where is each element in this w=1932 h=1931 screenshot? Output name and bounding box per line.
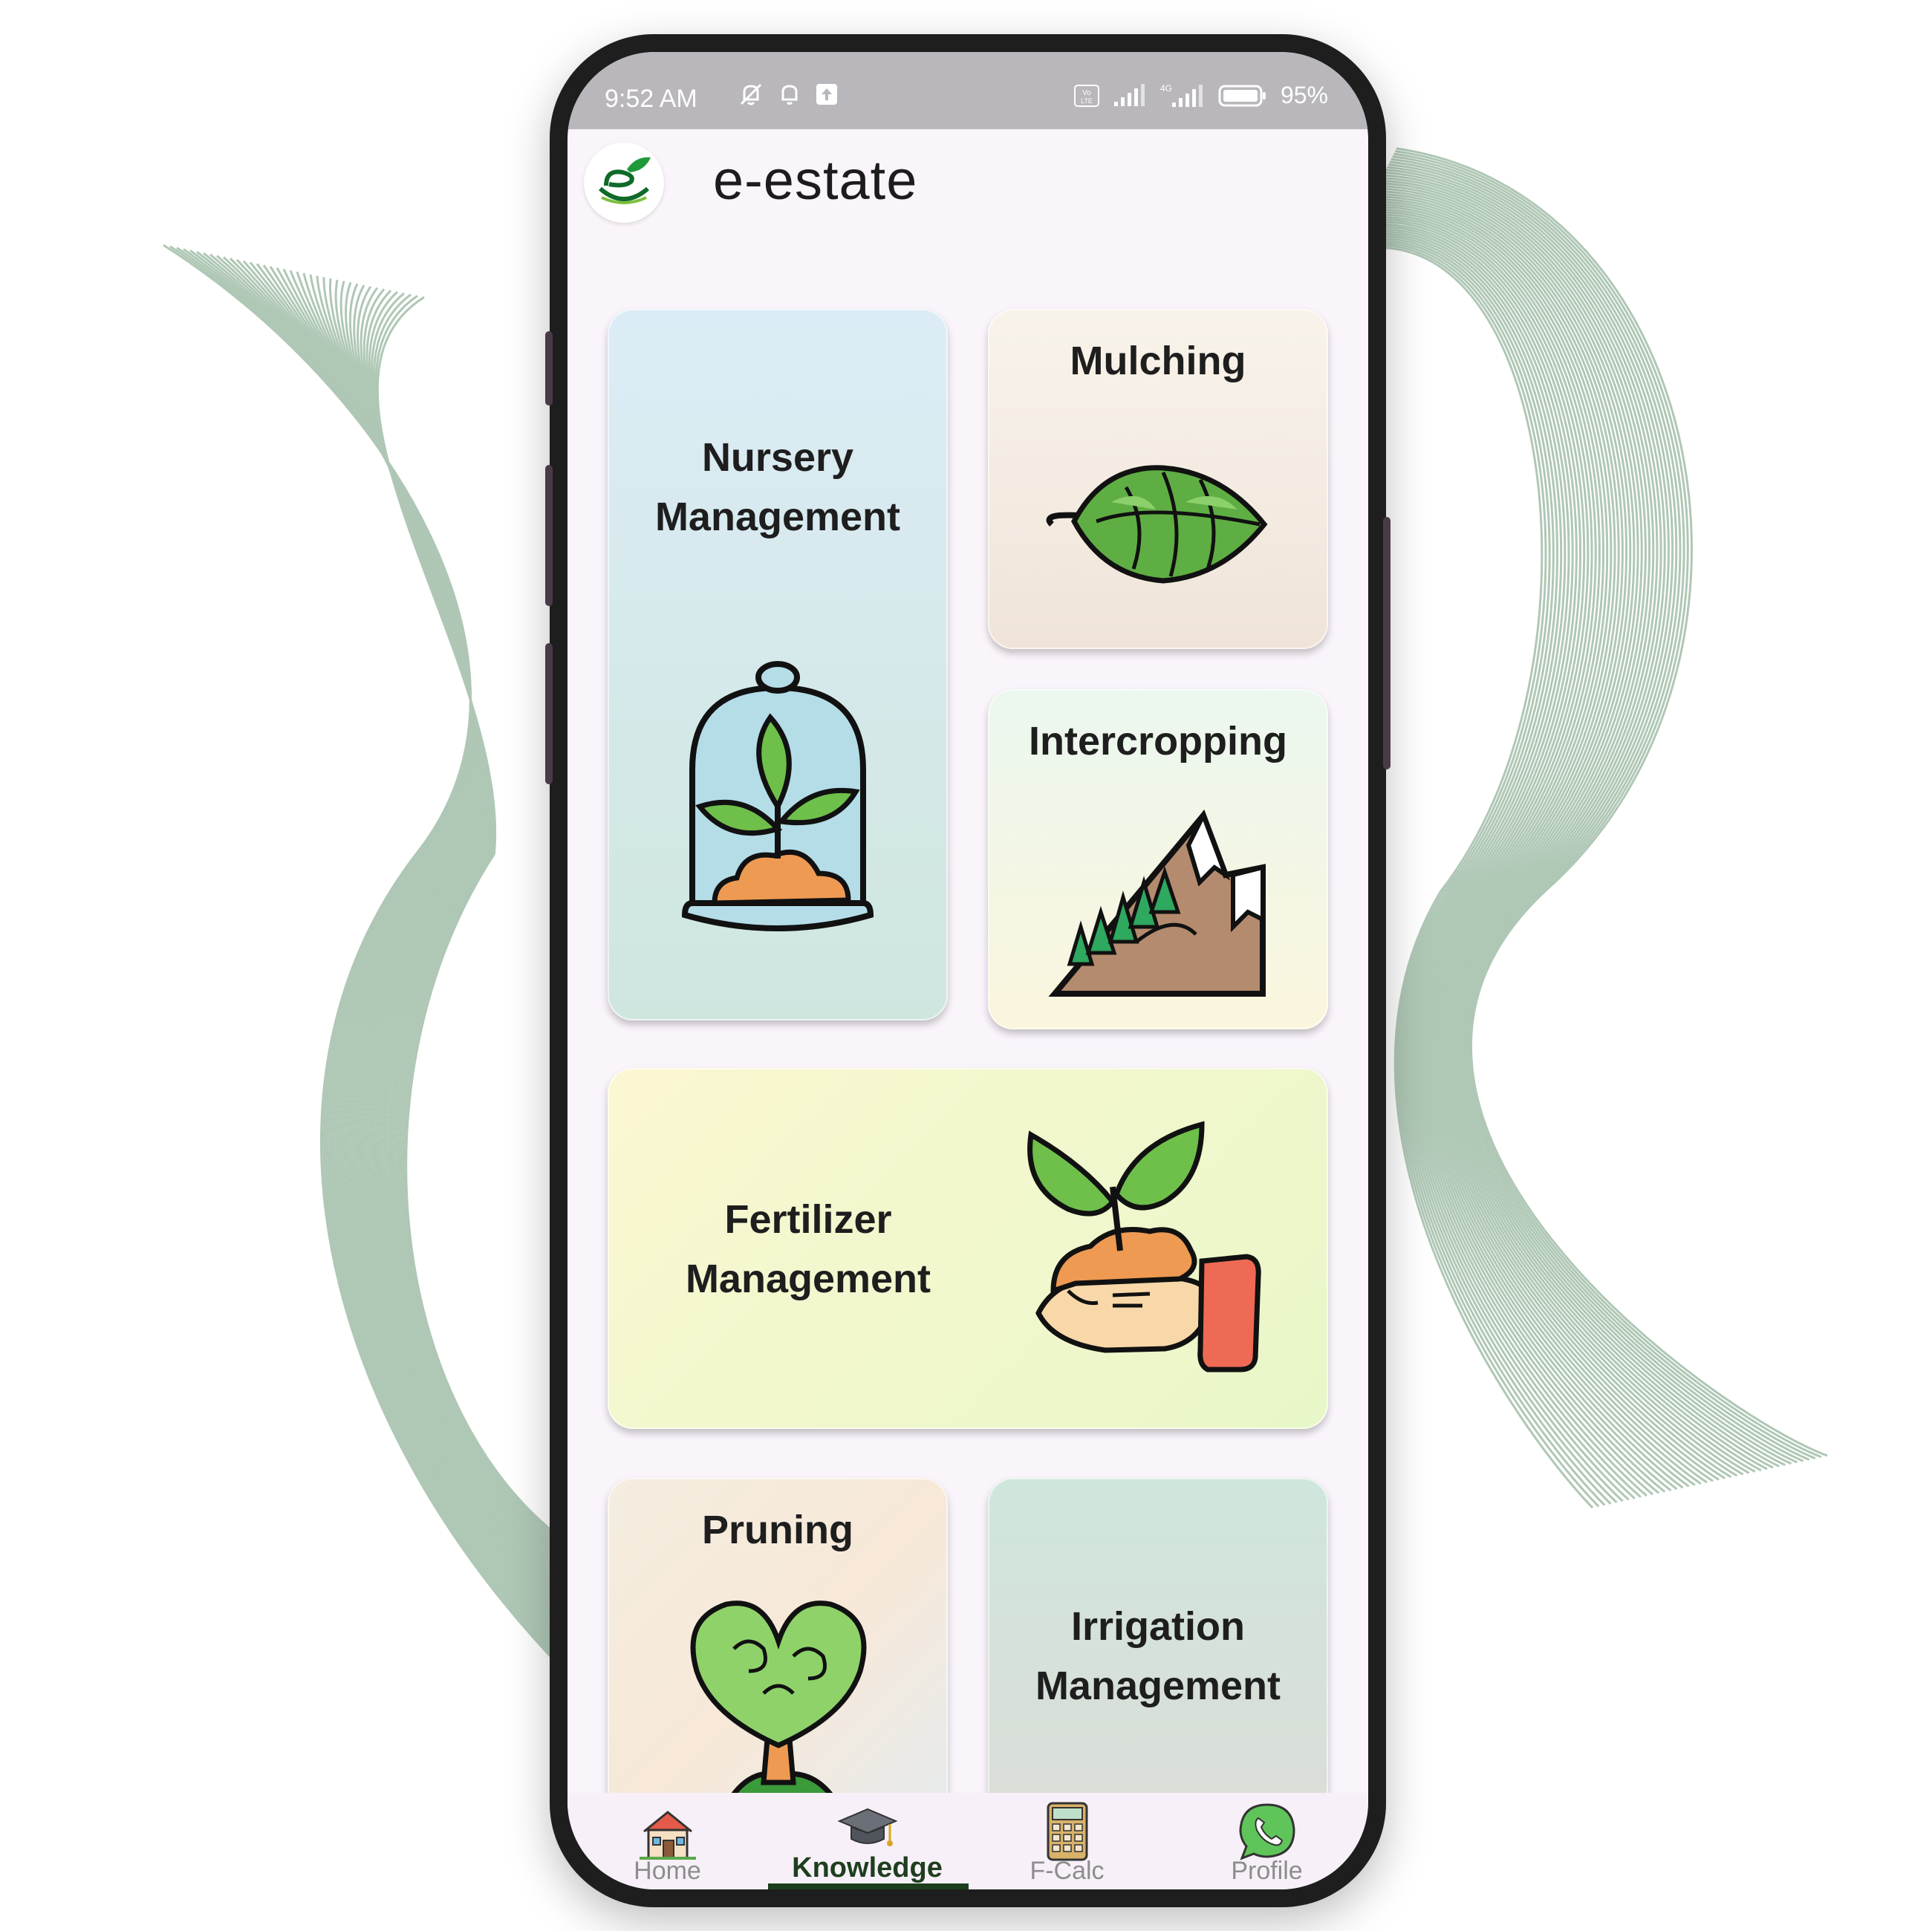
hand-soil-plant-icon (1027, 1121, 1261, 1372)
bell-icon (781, 85, 798, 105)
battery-percentage: 95% (1280, 82, 1328, 108)
app-bar: e-estate (567, 129, 1368, 241)
logo-leaf-cup-icon (599, 157, 651, 204)
card-intercropping[interactable]: Intercropping (988, 689, 1328, 1029)
4g-signal-icon: 4G (1160, 83, 1203, 107)
nav-item-home[interactable]: Home (567, 1793, 767, 1889)
leaf-pile-icon (1046, 465, 1268, 584)
card-title-line1: Nursery (701, 435, 854, 480)
app-screen: 9:52 AM Vo LTE 4G 95% e-estate Nursery M… (567, 52, 1368, 1889)
phone-frame: 9:52 AM Vo LTE 4G 95% e-estate Nursery M… (545, 34, 1391, 1907)
nav-label: Knowledge (792, 1852, 943, 1883)
nav-active-indicator (768, 1883, 969, 1889)
mute-icon (740, 83, 762, 105)
card-mulching[interactable]: Mulching (988, 309, 1328, 649)
nav-item-knowledge[interactable]: Knowledge (767, 1793, 967, 1889)
card-title: Mulching (1070, 339, 1246, 383)
volte-icon: VoLTE (1073, 84, 1099, 107)
home-icon (639, 1811, 696, 1860)
calculator-icon (1047, 1802, 1087, 1861)
svg-text:LTE: LTE (1081, 97, 1093, 105)
nav-item-profile[interactable]: Profile (1167, 1793, 1367, 1889)
mountain-trees-icon (1048, 810, 1266, 997)
signal-icon (1113, 83, 1145, 106)
heart-tree-icon (690, 1601, 867, 1808)
whatsapp-profile-icon (1238, 1803, 1295, 1860)
phone-side-button (1383, 517, 1391, 769)
card-title-line1: Irrigation (1070, 1604, 1245, 1649)
card-fertilizer-management[interactable]: Fertilizer Management (608, 1068, 1328, 1429)
status-time: 9:52 AM (605, 85, 697, 113)
card-title-line2: Management (685, 1257, 931, 1301)
seedling-jar-icon (681, 661, 874, 931)
card-title-line2: Management (1035, 1664, 1281, 1708)
graduation-cap-icon (836, 1808, 898, 1846)
phone-side-button (545, 643, 553, 784)
svg-text:Vo: Vo (1082, 89, 1091, 97)
card-title-line2: Management (654, 495, 901, 539)
nav-label: Profile (1231, 1857, 1303, 1885)
card-title-line1: Fertilizer (724, 1197, 892, 1242)
svg-text:4G: 4G (1160, 83, 1172, 94)
card-nursery-management[interactable]: Nursery Management (608, 309, 948, 1020)
bottom-navigation: Home Knowledge F-Calc Profile (567, 1793, 1368, 1889)
upload-icon (816, 84, 837, 105)
nav-label: F-Calc (1030, 1857, 1105, 1885)
card-title: Pruning (702, 1508, 853, 1552)
app-title: e-estate (713, 149, 918, 211)
nav-label: Home (634, 1857, 701, 1885)
status-bar: 9:52 AM Vo LTE 4G 95% (567, 52, 1368, 129)
e-estate-logo[interactable] (584, 143, 664, 223)
phone-side-button (545, 465, 553, 606)
nav-item-f-calc[interactable]: F-Calc (967, 1793, 1167, 1889)
battery-icon (1218, 85, 1266, 106)
phone-side-button (545, 331, 553, 406)
card-title: Intercropping (1029, 719, 1287, 763)
